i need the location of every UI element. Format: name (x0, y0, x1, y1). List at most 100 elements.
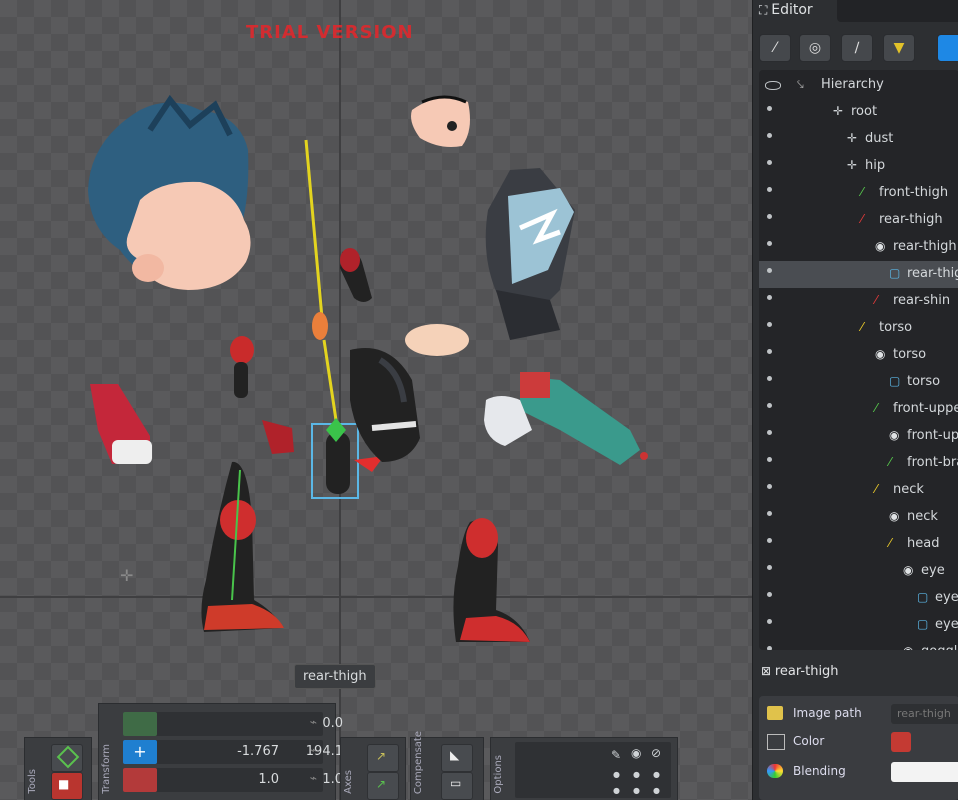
tree-row[interactable]: ▢ eye-indifferent (759, 585, 958, 612)
compensate-images-button[interactable]: ▭ (441, 772, 473, 800)
head-attachment[interactable] (88, 94, 251, 290)
image-path-row[interactable]: Image path rear-thigh (759, 700, 958, 728)
dot-icon[interactable]: ● (613, 786, 620, 795)
visibility-dot-icon[interactable] (767, 511, 772, 516)
translate-y[interactable]: 194.1 (273, 744, 343, 759)
dot-icon[interactable]: ● (653, 770, 660, 779)
weights-tool-button[interactable]: ■ (51, 772, 83, 800)
visibility-dot-icon[interactable] (767, 592, 772, 597)
dot-icon[interactable]: ● (633, 770, 640, 779)
link-icon[interactable]: ⌁ (310, 715, 317, 729)
tree-row-label: eye-surprised (935, 617, 958, 632)
tree-row[interactable]: ⁄ rear-thigh (759, 207, 958, 234)
visibility-dot-icon[interactable] (767, 430, 772, 435)
image-path-input[interactable]: rear-thigh (891, 704, 958, 724)
tree-row[interactable]: ◉ eye (759, 558, 958, 585)
tree-row[interactable]: ▢ torso (759, 369, 958, 396)
tree-row[interactable]: ▢ eye-surprised (759, 612, 958, 639)
translate-row[interactable]: + -1.767 194.1 ⌁ (123, 740, 343, 764)
color-row[interactable]: Color (759, 728, 958, 756)
tree-row[interactable]: ◉ front-upper-arm (759, 423, 958, 450)
visibility-dot-icon[interactable] (767, 106, 772, 111)
elbow-attachment[interactable] (230, 336, 254, 364)
tree-row[interactable]: ⁄ torso (759, 315, 958, 342)
blending-row[interactable]: Blending (759, 758, 958, 786)
visibility-dot-icon[interactable] (767, 403, 772, 408)
tree-row[interactable]: ✛ root (759, 99, 958, 126)
tree-row[interactable]: ✛ dust (759, 126, 958, 153)
visibility-dot-icon[interactable] (767, 133, 772, 138)
axes-parent-button[interactable]: ↗ (367, 772, 399, 800)
bone-joint[interactable] (312, 312, 328, 340)
link-icon[interactable]: ⌁ (310, 771, 317, 785)
armor-attachment[interactable] (485, 168, 575, 340)
visibility-eye-icon[interactable] (765, 81, 781, 90)
scale-row[interactable]: 1.0 1.0 ⌁ (123, 768, 343, 792)
pencil-icon[interactable]: ✎ (611, 748, 621, 762)
visibility-dot-icon[interactable] (767, 565, 772, 570)
tree-row[interactable]: ◉ goggles (759, 639, 958, 650)
tree-row[interactable]: ▢ rear-thigh (759, 261, 958, 288)
front-shin-attachment[interactable] (201, 461, 284, 632)
dot-icon[interactable]: ● (633, 786, 640, 795)
visibility-dot-icon[interactable] (767, 376, 772, 381)
hierarchy-tree[interactable]: ⤥ Hierarchy ✛ root ✛ dust ✛ hip ⁄ front-thigh ⁄ r… (759, 70, 958, 650)
pose-tool-button[interactable] (51, 744, 83, 772)
axes-local-button[interactable]: ↗ (367, 744, 399, 772)
visibility-dot-icon[interactable] (767, 646, 772, 650)
visibility-dot-icon[interactable] (767, 322, 772, 327)
panel-tab[interactable] (837, 0, 958, 22)
tree-row[interactable]: ⁄ neck (759, 477, 958, 504)
rotate-value[interactable]: 0.0 (273, 716, 343, 731)
visibility-dot-icon[interactable] (767, 187, 772, 192)
filter-constraints-button[interactable]: ∕ (841, 34, 873, 62)
blending-input[interactable] (891, 762, 958, 782)
filter-slots-button[interactable]: ◎ (799, 34, 831, 62)
dot-icon[interactable]: ● (653, 786, 660, 795)
visibility-dot-icon[interactable] (767, 295, 772, 300)
visibility-dot-icon[interactable] (767, 457, 772, 462)
tree-row[interactable]: ⁄ rear-shin (759, 288, 958, 315)
visibility-dot-icon[interactable] (767, 619, 772, 624)
eyes-attachment[interactable] (411, 95, 470, 147)
hide-icon[interactable]: ⊘ (651, 746, 661, 760)
tree-row[interactable]: ✛ hip (759, 153, 958, 180)
rotate-icon[interactable] (123, 712, 157, 736)
rear-shin-attachment[interactable] (453, 518, 530, 642)
front-hand-attachment[interactable] (90, 384, 152, 464)
gun-attachment[interactable] (484, 372, 648, 465)
scale-icon[interactable] (123, 768, 157, 792)
filter-active-button[interactable] (937, 34, 958, 62)
dot-icon[interactable]: ● (613, 770, 620, 779)
tree-row[interactable]: ◉ neck (759, 504, 958, 531)
torso-attachment[interactable] (350, 348, 420, 462)
tree-row[interactable]: ◉ torso (759, 342, 958, 369)
color-swatch[interactable] (891, 732, 911, 752)
translate-x[interactable]: -1.767 (209, 744, 279, 759)
tree-row[interactable]: ⁄ front-thigh (759, 180, 958, 207)
visibility-dot-icon[interactable] (767, 214, 772, 219)
tree-row[interactable]: ⁄ front-bracer (759, 450, 958, 477)
knee-attachment[interactable] (262, 420, 294, 454)
tree-row[interactable]: ⁄ front-upper-arm (759, 396, 958, 423)
visibility-dot-icon[interactable] (767, 241, 772, 246)
filter-funnel-button[interactable]: ▼ (883, 34, 915, 62)
filter-bones-button[interactable]: ⁄ (759, 34, 791, 62)
tree-row[interactable]: ◉ rear-thigh (759, 234, 958, 261)
eye-icon[interactable]: ◉ (631, 746, 641, 760)
scale-x[interactable]: 1.0 (209, 772, 279, 787)
visibility-dot-icon[interactable] (767, 484, 772, 489)
compensate-bones-button[interactable]: ◣ (441, 744, 473, 772)
hand-attachment[interactable] (405, 324, 469, 356)
viewport-canvas[interactable]: TRIAL VERSION ✛ rear-thigh Tools ■ Trans… (0, 0, 752, 800)
link-icon[interactable]: ⌁ (310, 743, 317, 757)
scale-y[interactable]: 1.0 (273, 772, 343, 787)
visibility-dot-icon[interactable] (767, 349, 772, 354)
visibility-dot-icon[interactable] (767, 538, 772, 543)
rotate-row[interactable]: 0.0 ⌁ (123, 712, 343, 736)
bone-line[interactable] (304, 139, 324, 319)
visibility-dot-icon[interactable] (767, 268, 772, 273)
tree-row[interactable]: ⁄ head (759, 531, 958, 558)
translate-icon[interactable]: + (123, 740, 157, 764)
visibility-dot-icon[interactable] (767, 160, 772, 165)
